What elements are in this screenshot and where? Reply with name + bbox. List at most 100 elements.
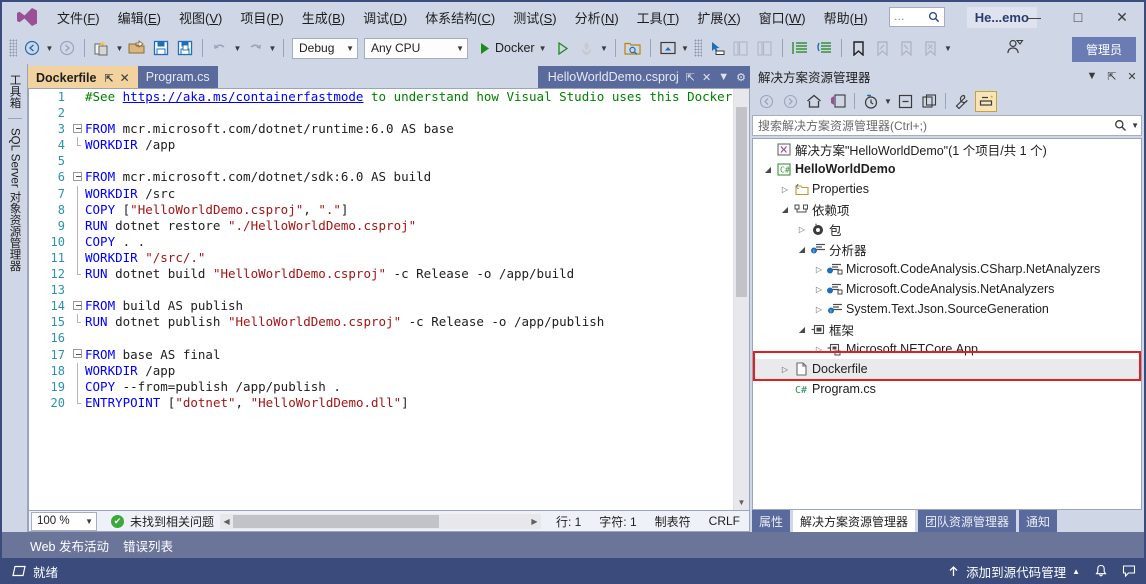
code-line[interactable]: 14 FROM build AS publish bbox=[29, 298, 733, 314]
chevron-right-icon[interactable]: ▷ bbox=[812, 305, 826, 314]
back-icon[interactable] bbox=[755, 91, 777, 112]
indent-icon[interactable] bbox=[789, 37, 811, 59]
collapse-all-icon[interactable] bbox=[894, 91, 916, 112]
chevron-down-icon[interactable]: ▼ bbox=[883, 90, 893, 112]
chevron-right-icon[interactable]: ▷ bbox=[812, 265, 826, 274]
code-line[interactable]: 10 COPY . . bbox=[29, 233, 733, 250]
zoom-combo[interactable]: 100 % ▼ bbox=[31, 511, 97, 531]
rail-item-toolbox[interactable]: 工具箱 bbox=[7, 68, 23, 115]
chevron-down-icon[interactable]: ◢ bbox=[795, 245, 809, 254]
solution-search-input[interactable]: 搜索解决方案资源管理器(Ctrl+;) ▼ bbox=[752, 115, 1142, 136]
preview-selected-items-icon[interactable] bbox=[975, 90, 997, 112]
code-line[interactable]: 4 WORKDIR /app bbox=[29, 137, 733, 153]
start-debug-button[interactable]: Docker ▼ bbox=[475, 37, 551, 59]
previous-bookmark-icon[interactable] bbox=[872, 37, 894, 59]
new-project-dropdown[interactable]: ▼ bbox=[114, 37, 125, 59]
hot-reload-icon[interactable] bbox=[576, 37, 598, 59]
tree-item-11[interactable]: ▷ Microsoft.NETCore.App bbox=[753, 339, 1141, 359]
notifications-icon[interactable] bbox=[1094, 564, 1108, 578]
scroll-left-icon[interactable]: ◀ bbox=[220, 517, 233, 526]
tree-item-10[interactable]: ◢ 框架 bbox=[753, 319, 1141, 339]
fold-marker[interactable] bbox=[72, 347, 85, 363]
menu-item-11[interactable]: 扩展(X) bbox=[688, 4, 749, 31]
solution-panel-tab-2[interactable]: 解决方案资源管理器 bbox=[793, 509, 916, 533]
bottom-tab-web-publish[interactable]: Web 发布活动 bbox=[30, 536, 109, 555]
tab-program-cs[interactable]: Program.cs bbox=[137, 66, 218, 88]
solution-panel-tab-1[interactable]: 属性 bbox=[752, 509, 791, 533]
fold-marker[interactable] bbox=[72, 121, 85, 137]
pin-icon[interactable]: ⇱ bbox=[686, 71, 695, 84]
close-icon[interactable]: ✕ bbox=[1122, 66, 1142, 86]
feedback-icon[interactable] bbox=[1122, 564, 1136, 578]
clear-bookmarks-icon[interactable] bbox=[920, 37, 942, 59]
toolbar-overflow[interactable]: ▼ bbox=[943, 37, 954, 59]
outdent-icon[interactable] bbox=[813, 37, 835, 59]
show-all-files-icon[interactable] bbox=[918, 91, 940, 112]
code-line[interactable]: 8 COPY ["HelloWorldDemo.csproj", "."] bbox=[29, 201, 733, 218]
scroll-down-icon[interactable]: ▼ bbox=[734, 495, 749, 510]
tab-helloworlddemo-csproj[interactable]: HelloWorldDemo.csproj ⇱ ✕ ▼ ⚙ bbox=[537, 66, 750, 88]
tree-item-1[interactable]: 解决方案"HelloWorldDemo"(1 个项目/共 1 个) bbox=[753, 139, 1141, 159]
new-project-icon[interactable] bbox=[91, 37, 113, 59]
bottom-tab-error-list[interactable]: 错误列表 bbox=[123, 536, 173, 555]
code-line[interactable]: 13 bbox=[29, 282, 733, 298]
chevron-right-icon[interactable]: ▷ bbox=[795, 225, 809, 234]
hot-reload-dropdown[interactable]: ▼ bbox=[599, 37, 610, 59]
close-icon[interactable]: ✕ bbox=[702, 71, 711, 84]
add-to-source-control[interactable]: 添加到源代码管理 ▲ bbox=[947, 562, 1080, 581]
menu-item-10[interactable]: 工具(T) bbox=[628, 4, 689, 31]
search-icon[interactable] bbox=[1114, 119, 1127, 132]
code-line[interactable]: 20 ENTRYPOINT ["dotnet", "HelloWorldDemo.… bbox=[29, 394, 733, 411]
menu-item-7[interactable]: 体系结构(C) bbox=[416, 4, 504, 31]
chevron-right-icon[interactable]: ▷ bbox=[778, 365, 792, 374]
tree-item-13[interactable]: C# Program.cs bbox=[753, 379, 1141, 399]
vertical-scrollbar-thumb[interactable] bbox=[736, 107, 747, 297]
menu-item-1[interactable]: 文件(F) bbox=[48, 4, 109, 31]
code-line[interactable]: 7 WORKDIR /src bbox=[29, 185, 733, 202]
chevron-down-icon[interactable]: ▼ bbox=[1131, 121, 1139, 130]
navigate-back-dropdown[interactable]: ▼ bbox=[44, 37, 55, 59]
home-icon[interactable] bbox=[803, 91, 825, 112]
tree-item-3[interactable]: ▷ Properties bbox=[753, 179, 1141, 199]
chevron-down-icon[interactable]: ◢ bbox=[761, 165, 775, 174]
scroll-right-icon[interactable]: ▶ bbox=[528, 517, 541, 526]
pointer-tool-icon[interactable] bbox=[706, 37, 728, 59]
menu-item-2[interactable]: 编辑(E) bbox=[109, 4, 170, 31]
editor-horizontal-scrollbar[interactable]: ◀ ▶ bbox=[220, 513, 541, 529]
rail-item-sql-server-object-explorer[interactable]: SQL Server 对象资源管理器 bbox=[7, 122, 23, 277]
chevron-down-icon[interactable]: ◢ bbox=[778, 205, 792, 214]
tree-item-6[interactable]: ◢ i 分析器 bbox=[753, 239, 1141, 259]
chevron-down-icon[interactable]: ▼ bbox=[1082, 66, 1102, 86]
configuration-combo[interactable]: Debug ▼ bbox=[292, 37, 358, 59]
menu-item-13[interactable]: 帮助(H) bbox=[815, 4, 877, 31]
code-line[interactable]: 19 COPY --from=publish /app/publish . bbox=[29, 378, 733, 395]
tree-item-5[interactable]: ▷ 包 bbox=[753, 219, 1141, 239]
solution-panel-tab-3[interactable]: 团队资源管理器 bbox=[918, 509, 1017, 533]
code-line[interactable]: 12 RUN dotnet build "HelloWorldDemo.cspro… bbox=[29, 266, 733, 282]
save-all-icon[interactable] bbox=[174, 37, 196, 59]
code-line[interactable]: 15 RUN dotnet publish "HelloWorldDemo.csp… bbox=[29, 314, 733, 330]
live-share-dropdown[interactable]: ▼ bbox=[680, 37, 691, 59]
code-line[interactable]: 18 WORKDIR /app bbox=[29, 362, 733, 379]
code-lines[interactable]: 1 #See https://aka.ms/containerfastmode t… bbox=[29, 89, 733, 510]
code-editor[interactable]: 1 #See https://aka.ms/containerfastmode t… bbox=[28, 88, 750, 510]
bookmark-icon[interactable] bbox=[848, 37, 870, 59]
gear-icon[interactable]: ⚙ bbox=[736, 71, 746, 84]
navigate-back-icon[interactable] bbox=[21, 37, 43, 59]
menu-item-9[interactable]: 分析(N) bbox=[566, 4, 628, 31]
code-line[interactable]: 1 #See https://aka.ms/containerfastmode t… bbox=[29, 89, 733, 105]
undo-dropdown[interactable]: ▼ bbox=[232, 37, 243, 59]
copy-panel-icon[interactable] bbox=[754, 37, 776, 59]
tree-item-4[interactable]: ◢ 依赖项 bbox=[753, 199, 1141, 219]
code-line[interactable]: 6 FROM mcr.microsoft.com/dotnet/sdk:6.0 A… bbox=[29, 169, 733, 185]
horizontal-scrollbar-thumb[interactable] bbox=[233, 514, 440, 528]
layout-panel-icon[interactable] bbox=[730, 37, 752, 59]
code-line[interactable]: 2 bbox=[29, 105, 733, 121]
account-icon[interactable] bbox=[1006, 38, 1024, 56]
code-line[interactable]: 9 RUN dotnet restore "./HelloWorldDemo.cs… bbox=[29, 217, 733, 234]
forward-icon[interactable] bbox=[779, 91, 801, 112]
code-line[interactable]: 3 FROM mcr.microsoft.com/dotnet/runtime:6… bbox=[29, 121, 733, 137]
code-line[interactable]: 17 FROM base AS final bbox=[29, 347, 733, 363]
editor-vertical-scrollbar[interactable]: + ▼ bbox=[733, 89, 749, 510]
code-line[interactable]: 16 bbox=[29, 330, 733, 346]
